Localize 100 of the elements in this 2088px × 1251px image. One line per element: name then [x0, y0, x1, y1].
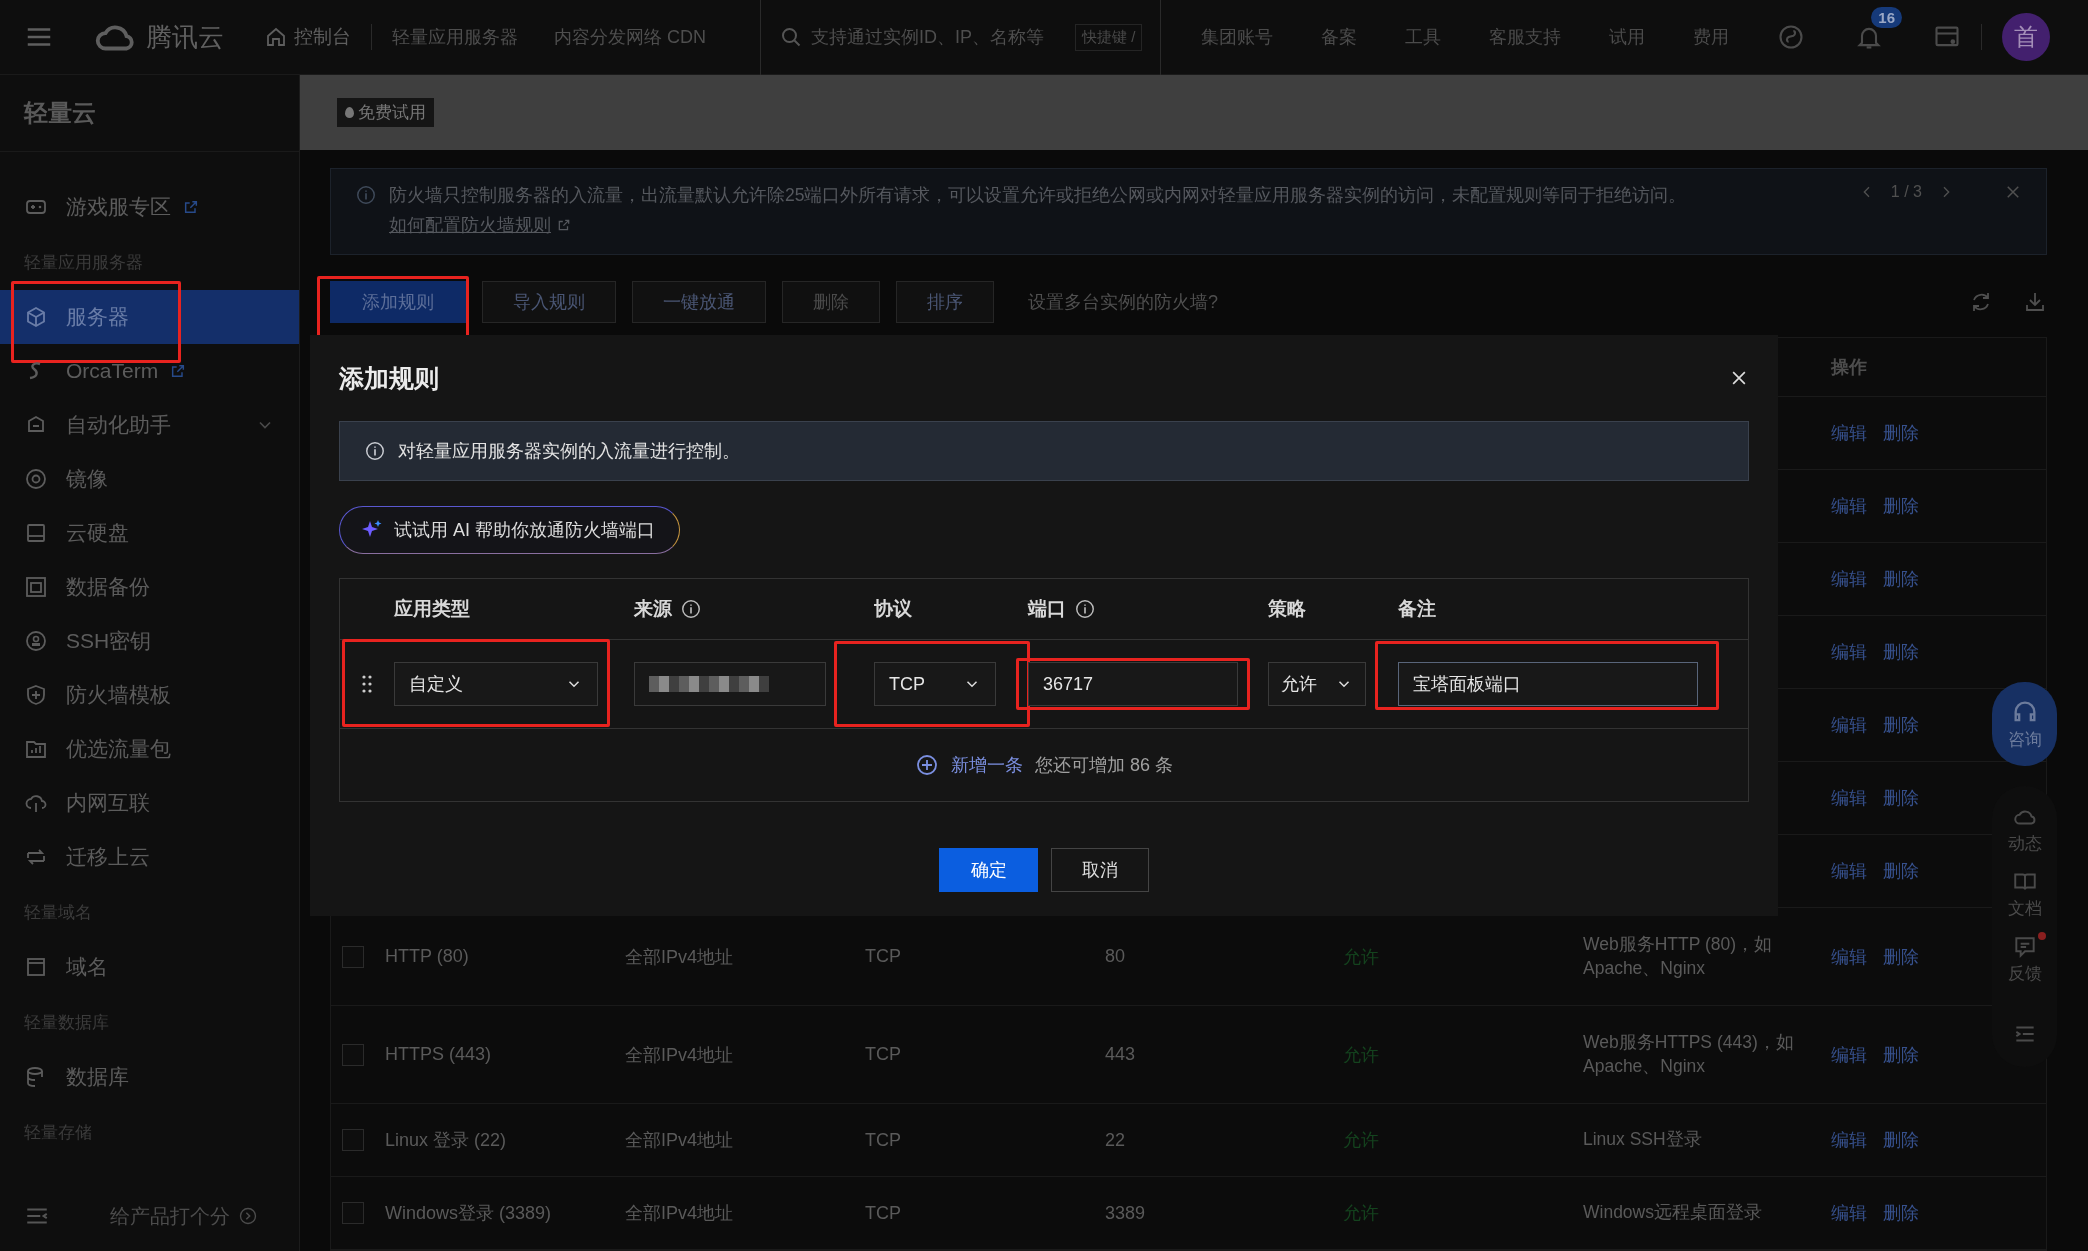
sidebar-item[interactable]: 防火墙模板	[0, 668, 299, 722]
action-link[interactable]: 删除	[1883, 567, 1919, 591]
action-link[interactable]: 编辑	[1831, 494, 1867, 518]
action-link[interactable]: 编辑	[1831, 859, 1867, 883]
sidebar-item[interactable]: 游戏服专区	[0, 180, 299, 234]
page-indicator: 1 / 3	[1890, 183, 1922, 201]
consult-button[interactable]: 咨询	[1992, 682, 2057, 766]
nav-link[interactable]: 集团账号	[1201, 25, 1274, 49]
avatar[interactable]: 首	[2002, 13, 2051, 61]
cube-icon	[24, 305, 48, 329]
nav-link[interactable]: 内容分发网络 CDN	[554, 25, 706, 49]
sidebar-item[interactable]: 云硬盘	[0, 506, 299, 560]
panel-item[interactable]: 文档	[2007, 869, 2042, 920]
sidebar-item[interactable]: 服务器	[0, 290, 299, 344]
toolbar-button[interactable]: 一键放通	[632, 281, 766, 323]
info-icon[interactable]	[1074, 598, 1096, 620]
sidebar-item[interactable]: 迁移上云	[0, 830, 299, 884]
action-link[interactable]: 删除	[1883, 1201, 1919, 1225]
protocol-select[interactable]: TCP	[874, 662, 996, 706]
download-icon[interactable]	[2023, 290, 2047, 314]
cancel-button[interactable]: 取消	[1051, 848, 1149, 892]
plus-circle-icon	[915, 753, 939, 777]
action-link[interactable]: 删除	[1883, 640, 1919, 664]
action-link[interactable]: 删除	[1883, 713, 1919, 737]
action-link[interactable]: 编辑	[1831, 1201, 1867, 1225]
add-row-link[interactable]: 新增一条	[915, 753, 1023, 777]
toolbar-button[interactable]: 添加规则	[330, 281, 466, 323]
row-checkbox[interactable]	[342, 1043, 364, 1066]
toolbar-button[interactable]: 排序	[896, 281, 994, 323]
column-header: 端口	[1028, 596, 1096, 622]
nav-link[interactable]: 客服支持	[1489, 25, 1562, 49]
table-cell: 3389	[1105, 1202, 1146, 1224]
action-link[interactable]: 删除	[1883, 944, 1919, 969]
trial-tag[interactable]: 免费试用	[337, 98, 434, 127]
action-link[interactable]: 删除	[1883, 1042, 1919, 1067]
item-label: 数据库	[66, 1064, 129, 1090]
row-checkbox[interactable]	[342, 1202, 364, 1224]
notice-text: 防火墙只控制服务器的入流量，出流量默认允许除25端口外所有请求，可以设置允许或拒绝公网或内网对轻量应用服务器实例的访问，未配置规则等同于拒绝访问。	[389, 184, 1688, 207]
table-cell: TCP	[865, 1044, 901, 1065]
table-cell-text: 全部IPv4地址	[625, 945, 734, 969]
action-link[interactable]: 编辑	[1831, 421, 1867, 445]
item-label: 域名	[66, 954, 108, 980]
action-link[interactable]: 编辑	[1831, 567, 1867, 591]
console-link[interactable]: 控制台	[264, 24, 351, 50]
help-link[interactable]: 如何配置防火墙规则	[389, 213, 571, 237]
action-link[interactable]: 删除	[1883, 859, 1919, 883]
confirm-button[interactable]: 确定	[939, 848, 1038, 892]
brand-name[interactable]: 腾讯云	[146, 19, 224, 55]
table-cell-text: 全部IPv4地址	[625, 1043, 734, 1067]
toolbar-button[interactable]: 导入规则	[482, 281, 616, 323]
sidebar-item[interactable]: 数据库	[0, 1050, 299, 1104]
item-label: 迁移上云	[66, 844, 150, 870]
table-cell-text: Linux 登录 (22)	[385, 1129, 507, 1152]
remark-field[interactable]: 宝塔面板端口	[1398, 662, 1698, 706]
drop-icon	[345, 107, 354, 118]
action-link[interactable]: 编辑	[1831, 944, 1867, 969]
column-header: 策略	[1268, 597, 1306, 621]
action-link[interactable]: 编辑	[1831, 640, 1867, 664]
item-label: 游戏服专区	[66, 194, 171, 220]
action-link[interactable]: 删除	[1883, 494, 1919, 518]
action-link[interactable]: 编辑	[1831, 1128, 1867, 1152]
port-field[interactable]: 36717	[1028, 662, 1238, 706]
action-link[interactable]: 编辑	[1831, 1042, 1867, 1067]
sidebar-item[interactable]: 优选流量包	[0, 722, 299, 776]
nav-link[interactable]: 备案	[1321, 25, 1358, 49]
panel-item[interactable]: 反馈	[2007, 934, 2042, 985]
row-checkbox[interactable]	[342, 945, 364, 968]
source-field[interactable]	[634, 662, 826, 706]
rate-link[interactable]: 给产品打个分	[110, 1202, 258, 1230]
sidebar-item[interactable]: 数据备份	[0, 560, 299, 614]
action-link[interactable]: 编辑	[1831, 713, 1867, 737]
item-label: 服务器	[66, 304, 129, 330]
sidebar-item[interactable]: 自动化助手	[0, 398, 299, 452]
action-link[interactable]: 删除	[1883, 1128, 1919, 1152]
nav-link[interactable]: 轻量应用服务器	[392, 25, 518, 49]
ai-assist-button[interactable]: 试试用 AI 帮助你放通防火墙端口	[339, 506, 680, 554]
panel-item[interactable]: 动态	[2007, 804, 2042, 855]
sidebar-item[interactable]: OrcaTerm	[0, 344, 299, 398]
sidebar-item[interactable]: 镜像	[0, 452, 299, 506]
table-cell: HTTPS (443)	[385, 1044, 492, 1065]
action-link[interactable]: 删除	[1883, 786, 1919, 810]
drive-icon	[24, 521, 48, 545]
item-label: SSH密钥	[66, 628, 152, 654]
action-link[interactable]: 删除	[1883, 421, 1919, 445]
app-type-select[interactable]: 自定义	[394, 662, 598, 706]
nav-link[interactable]: 工具	[1405, 25, 1442, 49]
table-cell: Windows远程桌面登录	[1583, 1201, 1762, 1225]
info-icon[interactable]	[680, 598, 702, 620]
policy-select[interactable]: 允许	[1268, 662, 1366, 706]
sidebar-item[interactable]: 内网互联	[0, 776, 299, 830]
sidebar-item[interactable]: SSH密钥	[0, 614, 299, 668]
external-link-icon	[557, 218, 571, 232]
sidebar-item[interactable]: 域名	[0, 940, 299, 994]
action-link[interactable]: 编辑	[1831, 786, 1867, 810]
search-field[interactable]: 支持通过实例ID、IP、名称等	[779, 25, 1061, 49]
table-cell: 443	[1105, 1044, 1136, 1065]
help-link[interactable]: 设置多台实例的防火墙?	[1028, 290, 1218, 314]
nav-link[interactable]: 试用	[1609, 25, 1646, 49]
row-checkbox[interactable]	[342, 1129, 364, 1151]
nav-link[interactable]: 费用	[1693, 25, 1730, 49]
